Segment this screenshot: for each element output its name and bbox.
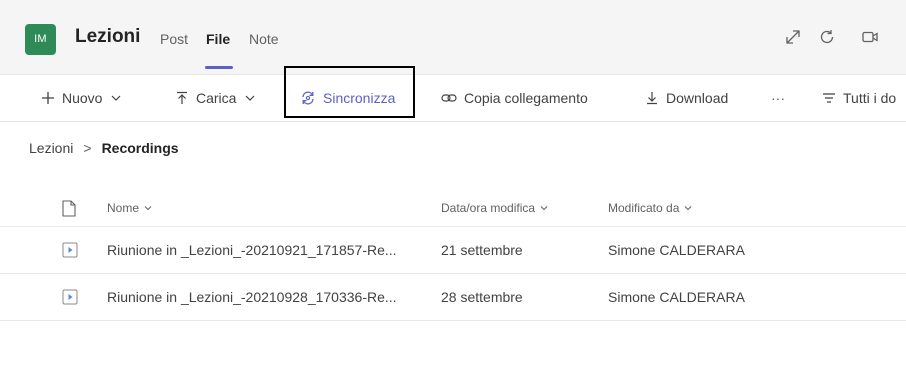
upload-button[interactable]: Carica [175,75,256,121]
file-modified-date: 21 settembre [441,242,523,258]
modified-date-column-header[interactable]: Data/ora modifica [441,190,549,226]
new-button[interactable]: Nuovo [41,75,122,121]
breadcrumb-root[interactable]: Lezioni [29,140,73,156]
link-icon [441,94,457,102]
channel-header: IM Lezioni Post File Note [0,0,906,74]
filter-lines-icon [823,93,835,103]
modified-date-column-label: Data/ora modifica [441,201,536,215]
download-label: Download [666,90,729,106]
file-modified-by: Simone CALDERARA [608,289,745,305]
video-file-icon-cell [62,227,78,273]
modified-by-column-label: Modificato da [608,201,680,215]
upload-icon [177,91,187,104]
active-tab-indicator [205,66,233,69]
file-name[interactable]: Riunione in _Lezioni_-20210921_171857-Re… [107,227,397,273]
file-modified-by: Simone CALDERARA [608,242,745,258]
view-selector-button[interactable]: Tutti i do [822,75,896,121]
new-label: Nuovo [62,90,103,106]
file-modified-date: 28 settembre [441,289,523,305]
name-column-header[interactable]: Nome [107,190,153,226]
video-file-icon-cell [62,274,78,320]
upload-label: Carica [196,90,237,106]
breadcrumb: Lezioni > Recordings [29,140,179,156]
tab-note[interactable]: Note [249,31,279,47]
chevron-down-icon [246,95,255,101]
chevron-down-icon [540,206,548,211]
table-row[interactable]: Riunione in _Lezioni_-20210928_170336-Re… [0,274,906,321]
breadcrumb-separator: > [83,140,92,156]
tab-file[interactable]: File [206,31,230,47]
sync-highlight-box [284,66,415,118]
files-table: Nome Data/ora modifica Modificato da Riu… [0,190,906,321]
chevron-down-icon [144,206,152,211]
team-avatar[interactable]: IM [25,24,56,55]
chevron-down-icon [685,206,692,211]
plus-icon [42,92,54,104]
refresh-icon[interactable] [818,28,836,46]
chevron-down-icon [112,95,121,101]
tab-post[interactable]: Post [160,31,188,47]
video-file-icon [62,242,78,258]
file-type-column-header[interactable] [62,190,76,226]
video-call-icon[interactable] [861,28,879,46]
files-toolbar: Nuovo Carica Sincronizza Copia collegame… [0,74,906,122]
breadcrumb-current: Recordings [101,140,179,156]
download-icon [647,92,657,105]
copy-link-button[interactable]: Copia collegamento [441,75,588,121]
download-button[interactable]: Download [645,75,728,121]
more-options-icon: ··· [771,90,785,106]
copy-link-label: Copia collegamento [464,90,588,106]
view-selector-label: Tutti i do [843,90,897,106]
modified-by-column-header[interactable]: Modificato da [608,190,693,226]
video-file-icon [62,289,78,305]
team-title: Lezioni [75,26,141,47]
expand-icon[interactable] [784,28,802,46]
table-row[interactable]: Riunione in _Lezioni_-20210921_171857-Re… [0,227,906,274]
file-name[interactable]: Riunione in _Lezioni_-20210928_170336-Re… [107,274,397,320]
document-icon [62,199,76,217]
name-column-label: Nome [107,201,140,215]
table-header-row: Nome Data/ora modifica Modificato da [0,190,906,227]
more-options-button[interactable]: ··· [771,75,785,121]
